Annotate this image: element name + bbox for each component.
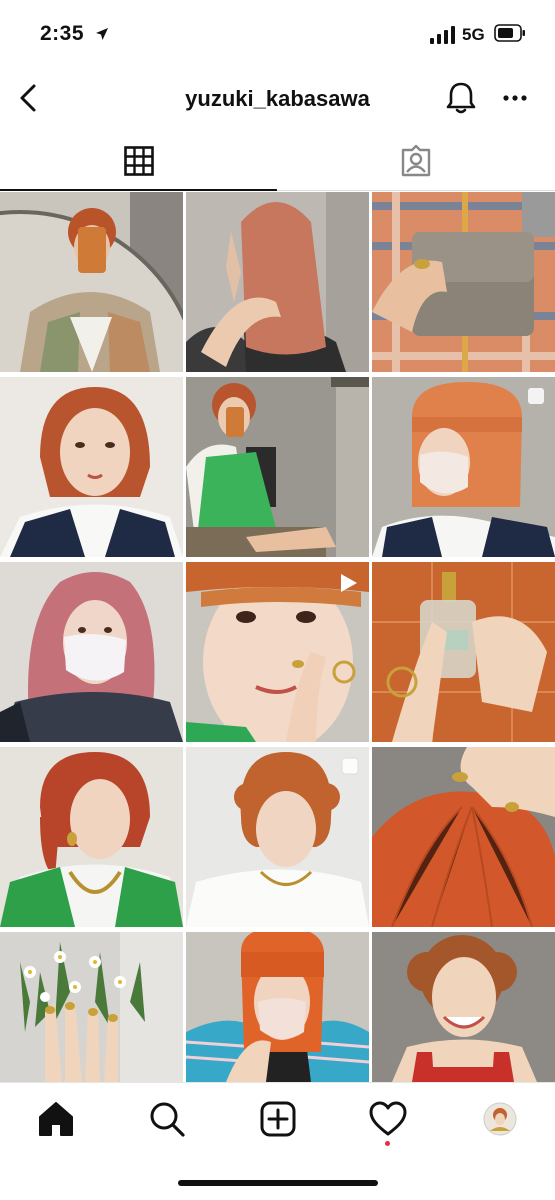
profile-tabs — [0, 130, 555, 192]
multiple-photos-icon — [528, 388, 544, 404]
signal-icon — [430, 26, 455, 44]
status-time: 2:35 — [40, 22, 85, 45]
bell-icon[interactable] — [443, 80, 479, 116]
post-thumbnail[interactable] — [372, 192, 555, 372]
home-icon[interactable] — [34, 1097, 78, 1141]
post-thumbnail[interactable] — [186, 747, 369, 927]
bottom-navigation — [0, 1082, 555, 1153]
home-indicator — [178, 1180, 378, 1186]
post-thumbnail[interactable] — [0, 747, 183, 927]
profile-header: yuzuki_kabasawa — [0, 70, 555, 130]
post-thumbnail[interactable] — [372, 932, 555, 1082]
post-thumbnail[interactable] — [0, 377, 183, 557]
post-thumbnail[interactable] — [0, 562, 183, 742]
post-thumbnail[interactable] — [372, 377, 555, 557]
new-post-icon[interactable] — [256, 1097, 300, 1141]
tab-divider — [277, 190, 555, 191]
post-thumbnail[interactable] — [372, 747, 555, 927]
tagged-person-icon — [401, 144, 431, 177]
activity-heart-icon[interactable] — [366, 1097, 410, 1141]
video-play-icon — [341, 574, 357, 592]
more-options-icon[interactable] — [500, 86, 530, 110]
profile-avatar[interactable] — [478, 1097, 522, 1141]
multiple-photos-icon — [341, 757, 359, 775]
status-bar: 2:35 5G — [0, 0, 555, 70]
location-arrow-icon — [96, 28, 108, 40]
post-thumbnail[interactable] — [186, 192, 369, 372]
active-tab-indicator — [0, 189, 277, 191]
post-thumbnail[interactable] — [186, 932, 369, 1082]
post-grid — [0, 192, 555, 1082]
tab-grid[interactable] — [0, 130, 277, 190]
post-thumbnail[interactable] — [0, 192, 183, 372]
tab-tagged[interactable] — [277, 130, 555, 190]
network-label: 5G — [462, 25, 485, 44]
battery-icon — [494, 24, 525, 42]
post-thumbnail[interactable] — [372, 562, 555, 742]
post-thumbnail[interactable] — [0, 932, 183, 1082]
search-icon[interactable] — [145, 1097, 189, 1141]
post-thumbnail[interactable] — [186, 377, 369, 557]
grid-icon — [124, 146, 154, 176]
post-thumbnail[interactable] — [186, 562, 369, 742]
notification-dot — [385, 1141, 390, 1146]
